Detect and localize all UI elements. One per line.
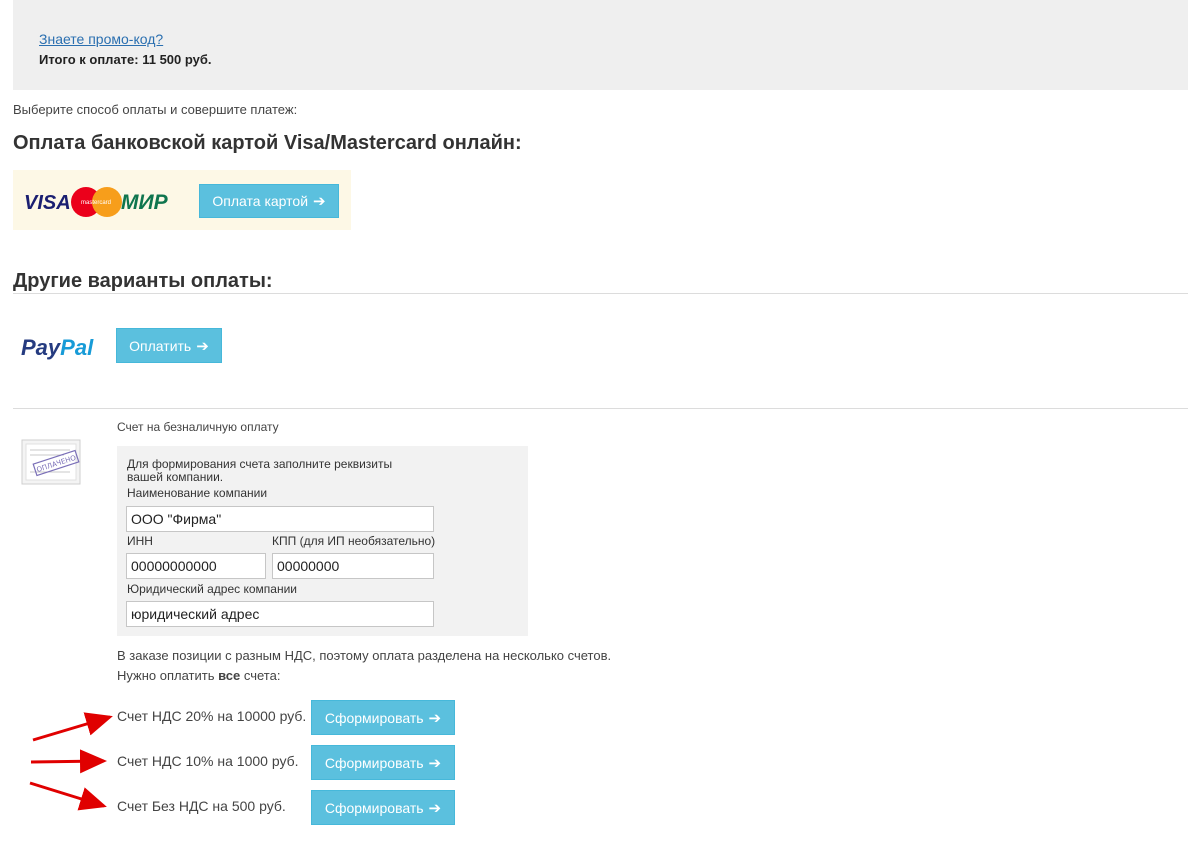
generate-invoice-button-label: Сформировать (324, 754, 424, 771)
card-logos: VISA mastercard МИР (24, 187, 169, 217)
generate-invoice-button-label: Сформировать (324, 709, 424, 726)
company-name-input[interactable] (126, 506, 434, 532)
card-payment-heading: Оплата банковской картой Visa/Mastercard… (13, 132, 522, 154)
generate-invoice-button-label: Сформировать (324, 799, 424, 816)
card-pay-button[interactable]: Оплата картой ➔ (199, 184, 339, 218)
generate-invoice-button[interactable]: Сформировать ➔ (311, 745, 455, 780)
arrow-right-icon: ➔ (428, 709, 442, 727)
payment-intro-text: Выберите способ оплаты и совершите плате… (13, 102, 298, 117)
mastercard-logo-text: mastercard (81, 200, 111, 206)
arrow-right-icon: ➔ (428, 799, 442, 817)
divider (13, 408, 1188, 409)
arrow-right-icon: ➔ (428, 754, 442, 772)
red-arrow-icon (29, 781, 107, 811)
invoice-row-label: Счет НДС 10% на 1000 руб. (117, 753, 299, 769)
divider (13, 293, 1188, 294)
card-pay-button-label: Оплата картой (212, 193, 309, 209)
invoice-document-icon: ОПЛАЧЕНО (21, 439, 81, 485)
paypal-pay-button-label: Оплатить (129, 337, 192, 354)
company-name-label: Наименование компании (127, 486, 268, 500)
red-arrow-icon (30, 749, 107, 774)
generate-invoice-button[interactable]: Сформировать ➔ (311, 790, 455, 825)
order-total: Итого к оплате: 11 500 руб. (39, 52, 212, 67)
generate-invoice-button[interactable]: Сформировать ➔ (311, 700, 455, 735)
red-arrow-icon (32, 712, 113, 742)
paypal-logo: PayPal (21, 335, 94, 360)
paypal-pay-button[interactable]: Оплатить ➔ (116, 328, 222, 363)
kpp-label: КПП (для ИП необязательно) (272, 534, 436, 548)
kpp-input[interactable] (272, 553, 434, 579)
invoice-row-label: Счет Без НДС на 500 руб. (117, 798, 286, 814)
vat-split-notice: В заказе позиции с разным НДС, поэтому о… (117, 648, 612, 683)
arrow-right-icon: ➔ (196, 337, 209, 355)
other-payment-heading: Другие варианты оплаты: (13, 270, 273, 292)
promo-code-link[interactable]: Знаете промо-код? (39, 31, 163, 47)
address-input[interactable] (126, 601, 434, 627)
inn-input[interactable] (126, 553, 266, 579)
invoice-row-label: Счет НДС 20% на 10000 руб. (117, 708, 307, 724)
address-label: Юридический адрес компании (127, 582, 297, 596)
form-instruction: Для формирования счета заполните реквизи… (127, 457, 393, 484)
order-summary-panel (13, 0, 1188, 90)
mir-logo: МИР (121, 191, 169, 214)
visa-logo: VISA (24, 192, 71, 214)
inn-label: ИНН (127, 534, 153, 548)
invoice-title: Счет на безналичную оплату (117, 420, 279, 434)
arrow-right-icon: ➔ (313, 193, 326, 210)
